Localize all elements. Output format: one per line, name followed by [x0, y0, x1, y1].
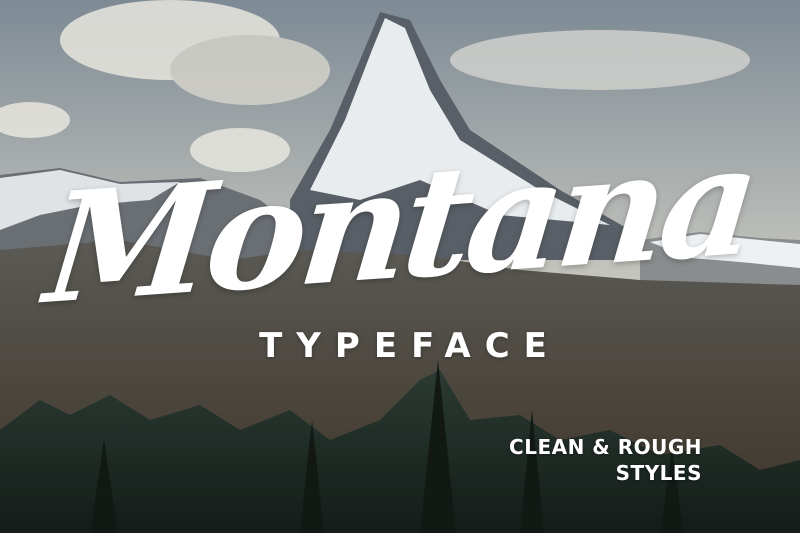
tagline-line-2: STYLES	[615, 461, 702, 485]
poster-tagline: CLEAN & ROUGH STYLES	[509, 434, 702, 486]
poster-subtitle: TYPEFACE	[259, 326, 561, 366]
tagline-line-1: CLEAN & ROUGH	[509, 435, 702, 459]
